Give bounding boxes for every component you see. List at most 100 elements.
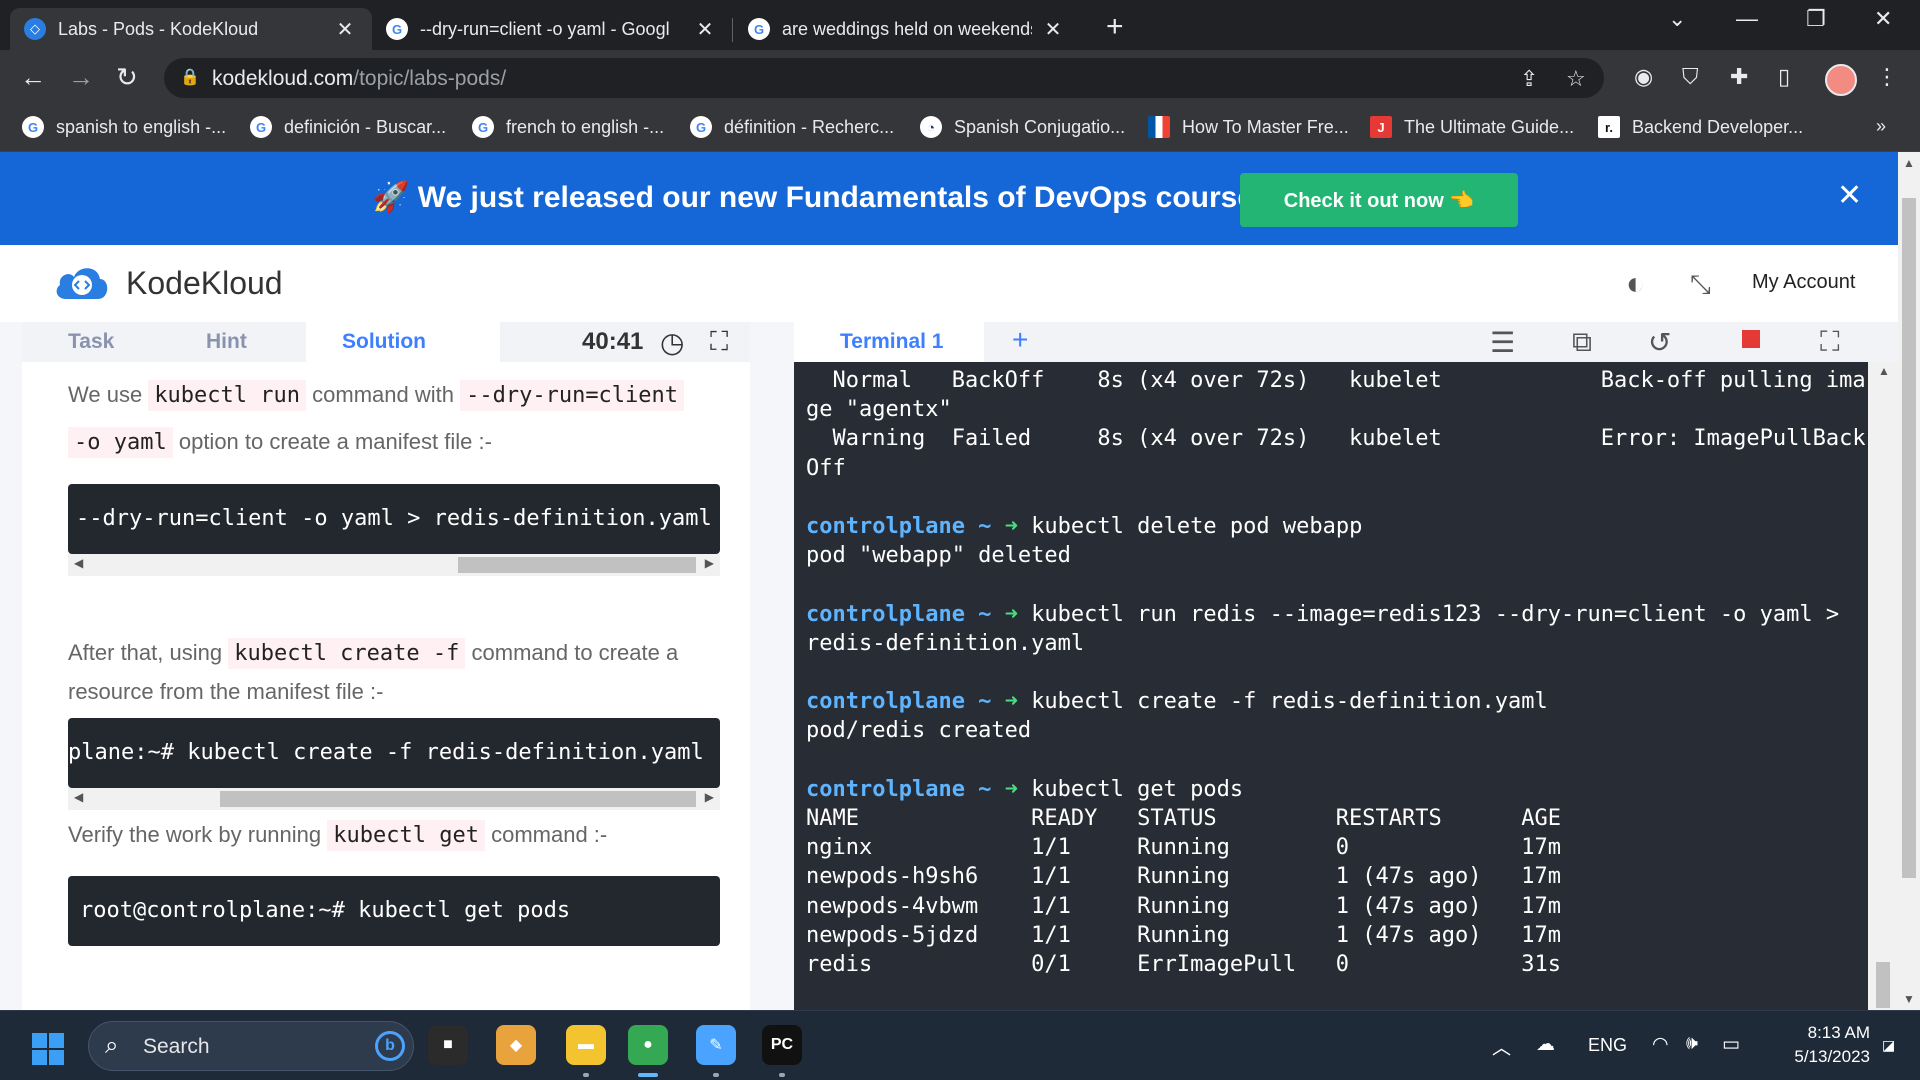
page-scrollbar[interactable]: ▲ ▼ bbox=[1898, 152, 1920, 1010]
bookmark-item[interactable]: Gfrench to english -... bbox=[472, 116, 664, 138]
terminal-output-line: Warning Failed 8s (x4 over 72s) kubelet … bbox=[806, 426, 1866, 452]
scroll-left-icon[interactable]: ◀ bbox=[74, 556, 83, 570]
close-tab-icon[interactable]: ✕ bbox=[1040, 17, 1066, 42]
wifi-icon[interactable]: ◠ bbox=[1652, 1033, 1669, 1056]
scroll-down-icon[interactable]: ▼ bbox=[1903, 992, 1915, 1006]
banner-close-icon[interactable]: ✕ bbox=[1837, 178, 1862, 213]
address-bar[interactable]: 🔒 kodekloud.com/topic/labs-pods/ ⇪ ☆ bbox=[164, 58, 1604, 98]
restore-icon[interactable]: ❐ bbox=[1806, 6, 1826, 32]
share-icon[interactable]: ⇪ bbox=[1520, 66, 1538, 92]
windows-taskbar: ⌕ Search b ■ ◆ ▬ ● ✎ PC ︿ ☁ ENG ◠ 🕪 ▭ 8:13 AM… bbox=[0, 1010, 1920, 1080]
more-bookmarks-button[interactable]: » bbox=[1876, 116, 1886, 137]
bookmark-item[interactable]: Gdéfinition - Recherc... bbox=[690, 116, 894, 138]
camera-extension-icon[interactable]: ◉ bbox=[1634, 64, 1653, 90]
code-block-scrollbar[interactable]: ◀ ▶ bbox=[68, 554, 720, 576]
tab-hint[interactable]: Hint bbox=[206, 330, 247, 354]
chrome-app-icon[interactable]: ● bbox=[628, 1025, 668, 1065]
bookmark-star-icon[interactable]: ☆ bbox=[1566, 66, 1586, 92]
tab-google-weddings[interactable]: G are weddings held on weekends ✕ bbox=[734, 8, 1080, 50]
shield-extension-icon[interactable]: ⛉ bbox=[1682, 64, 1699, 90]
tab-search-icon[interactable]: ⌄ bbox=[1668, 6, 1686, 32]
terminal-output-line: newpods-5jdzd 1/1 Running 1 (47s ago) 17… bbox=[806, 922, 1561, 948]
scroll-right-icon[interactable]: ▶ bbox=[705, 790, 714, 804]
code-block-dry-run[interactable]: --dry-run=client -o yaml > redis-definit… bbox=[68, 484, 720, 554]
scroll-right-icon[interactable]: ▶ bbox=[705, 556, 714, 570]
theme-toggle-icon[interactable]: ◐ bbox=[1626, 265, 1645, 302]
terminal-scrollbar[interactable]: ▲ bbox=[1868, 362, 1898, 1010]
scroll-up-icon[interactable]: ▲ bbox=[1878, 364, 1890, 378]
terminal-prompt: controlplane ~ bbox=[806, 776, 992, 802]
onedrive-cloud-icon[interactable]: ☁ bbox=[1536, 1033, 1555, 1056]
scrollbar-thumb[interactable] bbox=[1902, 198, 1916, 878]
windows-start-icon[interactable] bbox=[32, 1033, 64, 1065]
tab-terminal-1[interactable]: Terminal 1 bbox=[794, 322, 984, 362]
brand-name[interactable]: KodeKloud bbox=[126, 265, 283, 302]
system-clock[interactable]: 8:13 AM 5/13/2023 bbox=[1760, 1021, 1870, 1069]
pycharm-app-icon[interactable]: PC bbox=[762, 1025, 802, 1065]
check-it-out-button[interactable]: Check it out now 👈 bbox=[1240, 173, 1518, 227]
bookmark-label: definición - Buscar... bbox=[284, 116, 447, 137]
terminal-output[interactable]: Normal BackOff 8s (x4 over 72s) kubelet … bbox=[794, 362, 1868, 1010]
new-tab-button[interactable]: + bbox=[1106, 10, 1124, 44]
clock-time: 8:13 AM bbox=[1807, 1023, 1870, 1042]
close-tab-icon[interactable]: ✕ bbox=[332, 17, 358, 42]
browser-menu-icon[interactable]: ⋮ bbox=[1876, 64, 1898, 90]
bing-icon[interactable]: b bbox=[375, 1031, 405, 1061]
google-favicon-icon: G bbox=[748, 18, 770, 40]
lab-timer: 40:41 bbox=[582, 328, 644, 355]
kodekloud-favicon-icon: ◇ bbox=[24, 18, 46, 40]
scroll-left-icon[interactable]: ◀ bbox=[74, 790, 83, 804]
panel-divider[interactable] bbox=[750, 322, 794, 1010]
reconnect-icon[interactable]: ↺ bbox=[1648, 326, 1671, 359]
bookmark-item[interactable]: J The Ultimate Guide... bbox=[1370, 116, 1574, 138]
close-tab-icon[interactable]: ✕ bbox=[692, 17, 718, 42]
bookmark-item[interactable]: Gdefinición - Buscar... bbox=[250, 116, 446, 138]
scroll-up-icon[interactable]: ▲ bbox=[1903, 156, 1915, 170]
task-view-app-icon[interactable]: ■ bbox=[428, 1025, 468, 1065]
side-panel-icon[interactable]: ▯ bbox=[1778, 64, 1790, 90]
tab-google-dry-run[interactable]: G --dry-run=client -o yaml - Googl ✕ bbox=[372, 8, 732, 50]
language-indicator[interactable]: ENG bbox=[1588, 1035, 1627, 1056]
tab-solution[interactable]: Solution bbox=[342, 330, 426, 354]
battery-icon[interactable]: ▭ bbox=[1722, 1033, 1740, 1056]
code-block-create[interactable]: plane:~# kubectl create -f redis-definit… bbox=[68, 718, 720, 788]
stop-icon[interactable] bbox=[1742, 330, 1760, 348]
search-placeholder: Search bbox=[143, 1035, 210, 1058]
volume-icon[interactable]: 🕪 bbox=[1686, 1033, 1698, 1055]
collapse-icon[interactable]: ⤡ bbox=[1690, 269, 1711, 301]
reload-icon[interactable]: ↻ bbox=[116, 62, 138, 93]
profile-avatar[interactable] bbox=[1825, 64, 1857, 96]
terminal-fullscreen-icon[interactable]: ⛶ bbox=[1820, 326, 1840, 359]
tab-title: are weddings held on weekends bbox=[782, 18, 1032, 39]
terminal-output-line: ge "agentx" bbox=[806, 397, 952, 423]
sticky-app-icon[interactable]: ◆ bbox=[496, 1025, 536, 1065]
promo-banner: 🚀 We just released our new Fundamentals … bbox=[0, 152, 1898, 245]
my-account-link[interactable]: My Account bbox=[1752, 271, 1855, 294]
extensions-puzzle-icon[interactable]: ✚ bbox=[1730, 64, 1748, 90]
fullscreen-icon[interactable]: ⛶ bbox=[710, 326, 728, 358]
paint-app-icon[interactable]: ✎ bbox=[696, 1025, 736, 1065]
show-hidden-icons-icon[interactable]: ︿ bbox=[1492, 1033, 1511, 1060]
bookmark-item[interactable]: Gspanish to english -... bbox=[22, 116, 226, 138]
close-window-icon[interactable]: ✕ bbox=[1874, 6, 1892, 32]
bookmark-item[interactable]: How To Master Fre... bbox=[1148, 116, 1349, 138]
taskbar-search[interactable]: ⌕ Search b bbox=[88, 1021, 414, 1071]
file-explorer-app-icon[interactable]: ▬ bbox=[566, 1025, 606, 1065]
scrollbar-thumb[interactable] bbox=[220, 791, 696, 807]
tab-task[interactable]: Task bbox=[68, 330, 114, 354]
open-external-icon[interactable]: ⧉ bbox=[1572, 326, 1592, 359]
bookmark-item[interactable]: r. Backend Developer... bbox=[1598, 116, 1803, 138]
back-arrow-icon[interactable]: ← bbox=[20, 62, 46, 93]
bookmark-item[interactable]: ◔ Spanish Conjugatio... bbox=[920, 116, 1125, 138]
code-block-scrollbar[interactable]: ◀ ▶ bbox=[68, 788, 720, 810]
notification-icon[interactable]: ◪ bbox=[1882, 1037, 1895, 1054]
scrollbar-thumb[interactable] bbox=[458, 557, 696, 573]
tab-labs-pods[interactable]: ◇ Labs - Pods - KodeKloud ✕ bbox=[10, 8, 372, 50]
add-terminal-button[interactable]: + bbox=[1012, 324, 1028, 356]
minimize-icon[interactable]: — bbox=[1736, 6, 1758, 32]
scrollbar-thumb[interactable] bbox=[1876, 962, 1890, 1008]
bookmark-label: french to english -... bbox=[506, 116, 665, 137]
code-block-get-pods[interactable]: root@controlplane:~# kubectl get pods bbox=[68, 876, 720, 946]
forward-arrow-icon[interactable]: → bbox=[68, 62, 94, 93]
menu-icon[interactable]: ☰ bbox=[1490, 326, 1515, 359]
